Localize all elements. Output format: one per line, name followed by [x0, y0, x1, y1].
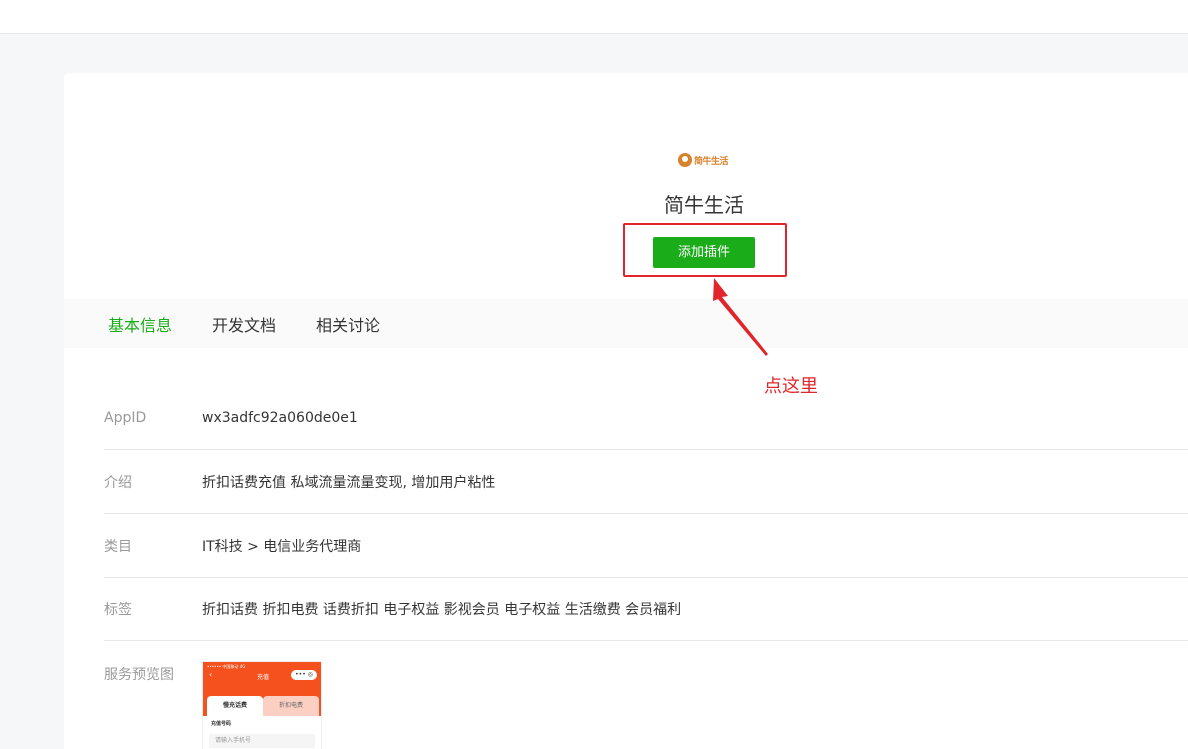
preview-tab-active: 慢充话费	[207, 696, 263, 716]
intro-value: 折扣话费充值 私域流量流量变现, 增加用户粘性	[202, 474, 496, 491]
tab-dev-docs[interactable]: 开发文档	[212, 312, 276, 336]
appid-label: AppID	[104, 409, 147, 426]
preview-tabs: 慢充话费 折扣电费	[207, 696, 319, 716]
service-preview-image[interactable]: •••••• 中国移动 4G ‹ 充值 ••• ◎ 慢充话费 折扣电费 充值号码…	[202, 661, 322, 749]
preview-field-label: 充值号码	[211, 721, 232, 727]
appid-value: wx3adfc92a060de0e1	[202, 409, 358, 426]
plugin-detail-card: 简牛生活 简牛生活 添加插件 基本信息 开发文档 相关讨论 AppID wx3a…	[64, 73, 1188, 749]
top-bar	[0, 0, 1188, 34]
preview-capsule-icon: ••• ◎	[291, 670, 317, 680]
tab-bar: 基本信息 开发文档 相关讨论	[64, 299, 1188, 348]
info-row-tags: 标签 折扣话费 折扣电费 话费折扣 电子权益 影视会员 电子权益 生活缴费 会员…	[104, 578, 1188, 641]
add-plugin-button[interactable]: 添加插件	[653, 237, 755, 268]
app-name: 简牛生活	[664, 193, 744, 217]
tags-value: 折扣话费 折扣电费 话费折扣 电子权益 影视会员 电子权益 生活缴费 会员福利	[202, 602, 682, 618]
info-row-appid: AppID wx3adfc92a060de0e1	[104, 386, 1188, 450]
category-value: IT科技 > 电信业务代理商	[202, 538, 362, 555]
preview-label: 服务预览图	[104, 667, 174, 683]
preview-tab-other: 折扣电费	[263, 696, 319, 716]
annotation-text: 点这里	[764, 376, 818, 397]
category-label: 类目	[104, 538, 132, 555]
info-row-intro: 介绍 折扣话费充值 私域流量流量变现, 增加用户粘性	[104, 450, 1188, 514]
info-row-category: 类目 IT科技 > 电信业务代理商	[104, 514, 1188, 578]
annotation-arrow-icon	[713, 278, 768, 356]
preview-status-bar: •••••• 中国移动 4G	[207, 664, 246, 669]
app-logo-icon	[678, 153, 692, 167]
tab-basic-info[interactable]: 基本信息	[108, 312, 172, 336]
preview-field-input: 请输入手机号	[209, 734, 315, 748]
tab-discussion[interactable]: 相关讨论	[316, 312, 380, 336]
tags-label: 标签	[104, 602, 132, 618]
intro-label: 介绍	[104, 474, 132, 491]
info-row-preview: 服务预览图 •••••• 中国移动 4G ‹ 充值 ••• ◎ 慢充话费 折扣电…	[104, 661, 1188, 749]
app-logo: 简牛生活	[678, 150, 730, 170]
app-logo-text: 简牛生活	[694, 156, 729, 167]
